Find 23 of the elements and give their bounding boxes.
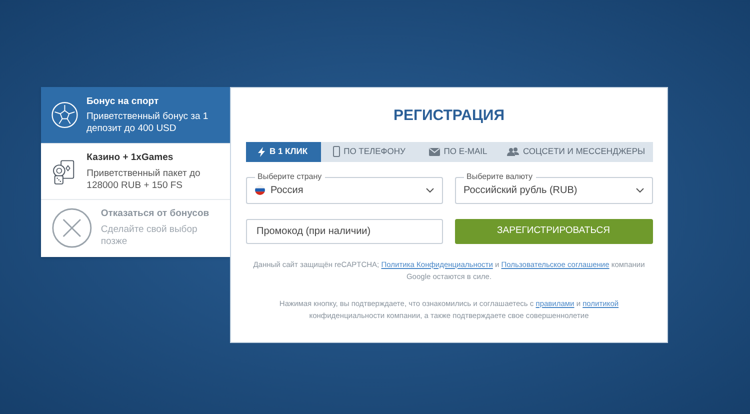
flag-icon	[254, 185, 264, 195]
people-icon	[506, 147, 519, 156]
cross-circle-icon	[51, 206, 93, 250]
bonus-description: Сделайте свой выбор позже	[100, 224, 198, 248]
bonus-title: Бонус на спорт	[86, 94, 160, 109]
chevron-down-icon	[426, 188, 434, 192]
register-button[interactable]: ЗАРЕГИСТРИРОВАТЬСЯ	[454, 218, 652, 244]
envelope-icon	[428, 148, 440, 156]
bonus-description: Приветственный бонус за 1 депозит до 400 USD	[86, 111, 210, 136]
field-label: Выберите страну	[254, 172, 325, 182]
bonus-title: Отказаться от бонусов	[100, 207, 210, 222]
phone-icon	[332, 146, 340, 157]
field-label: Выберите валюту	[464, 172, 536, 182]
bonus-description: Приветственный пакет до 128000 RUB + 150 FS	[86, 168, 202, 192]
registration-tab[interactable]: В 1 КЛИК	[246, 142, 320, 162]
bonus-title: Казино + 1xGames	[86, 151, 174, 166]
bonus-option[interactable]: Отказаться от бонусов Сделайте свой выбор позже	[41, 199, 230, 255]
bonus-option[interactable]: Казино + 1xGames Приветственный пакет до 128000 RUB + 150 FS	[41, 143, 230, 199]
lightning-icon	[258, 146, 266, 156]
chevron-down-icon	[636, 188, 644, 192]
form-title: РЕГИСТРАЦИЯ	[394, 106, 504, 126]
promo-code-field[interactable]: Промокод (при наличии)	[246, 218, 442, 244]
bonus-option[interactable]: Бонус на спорт Приветственный бонус за 1 депозит до 400 USD	[41, 87, 230, 143]
